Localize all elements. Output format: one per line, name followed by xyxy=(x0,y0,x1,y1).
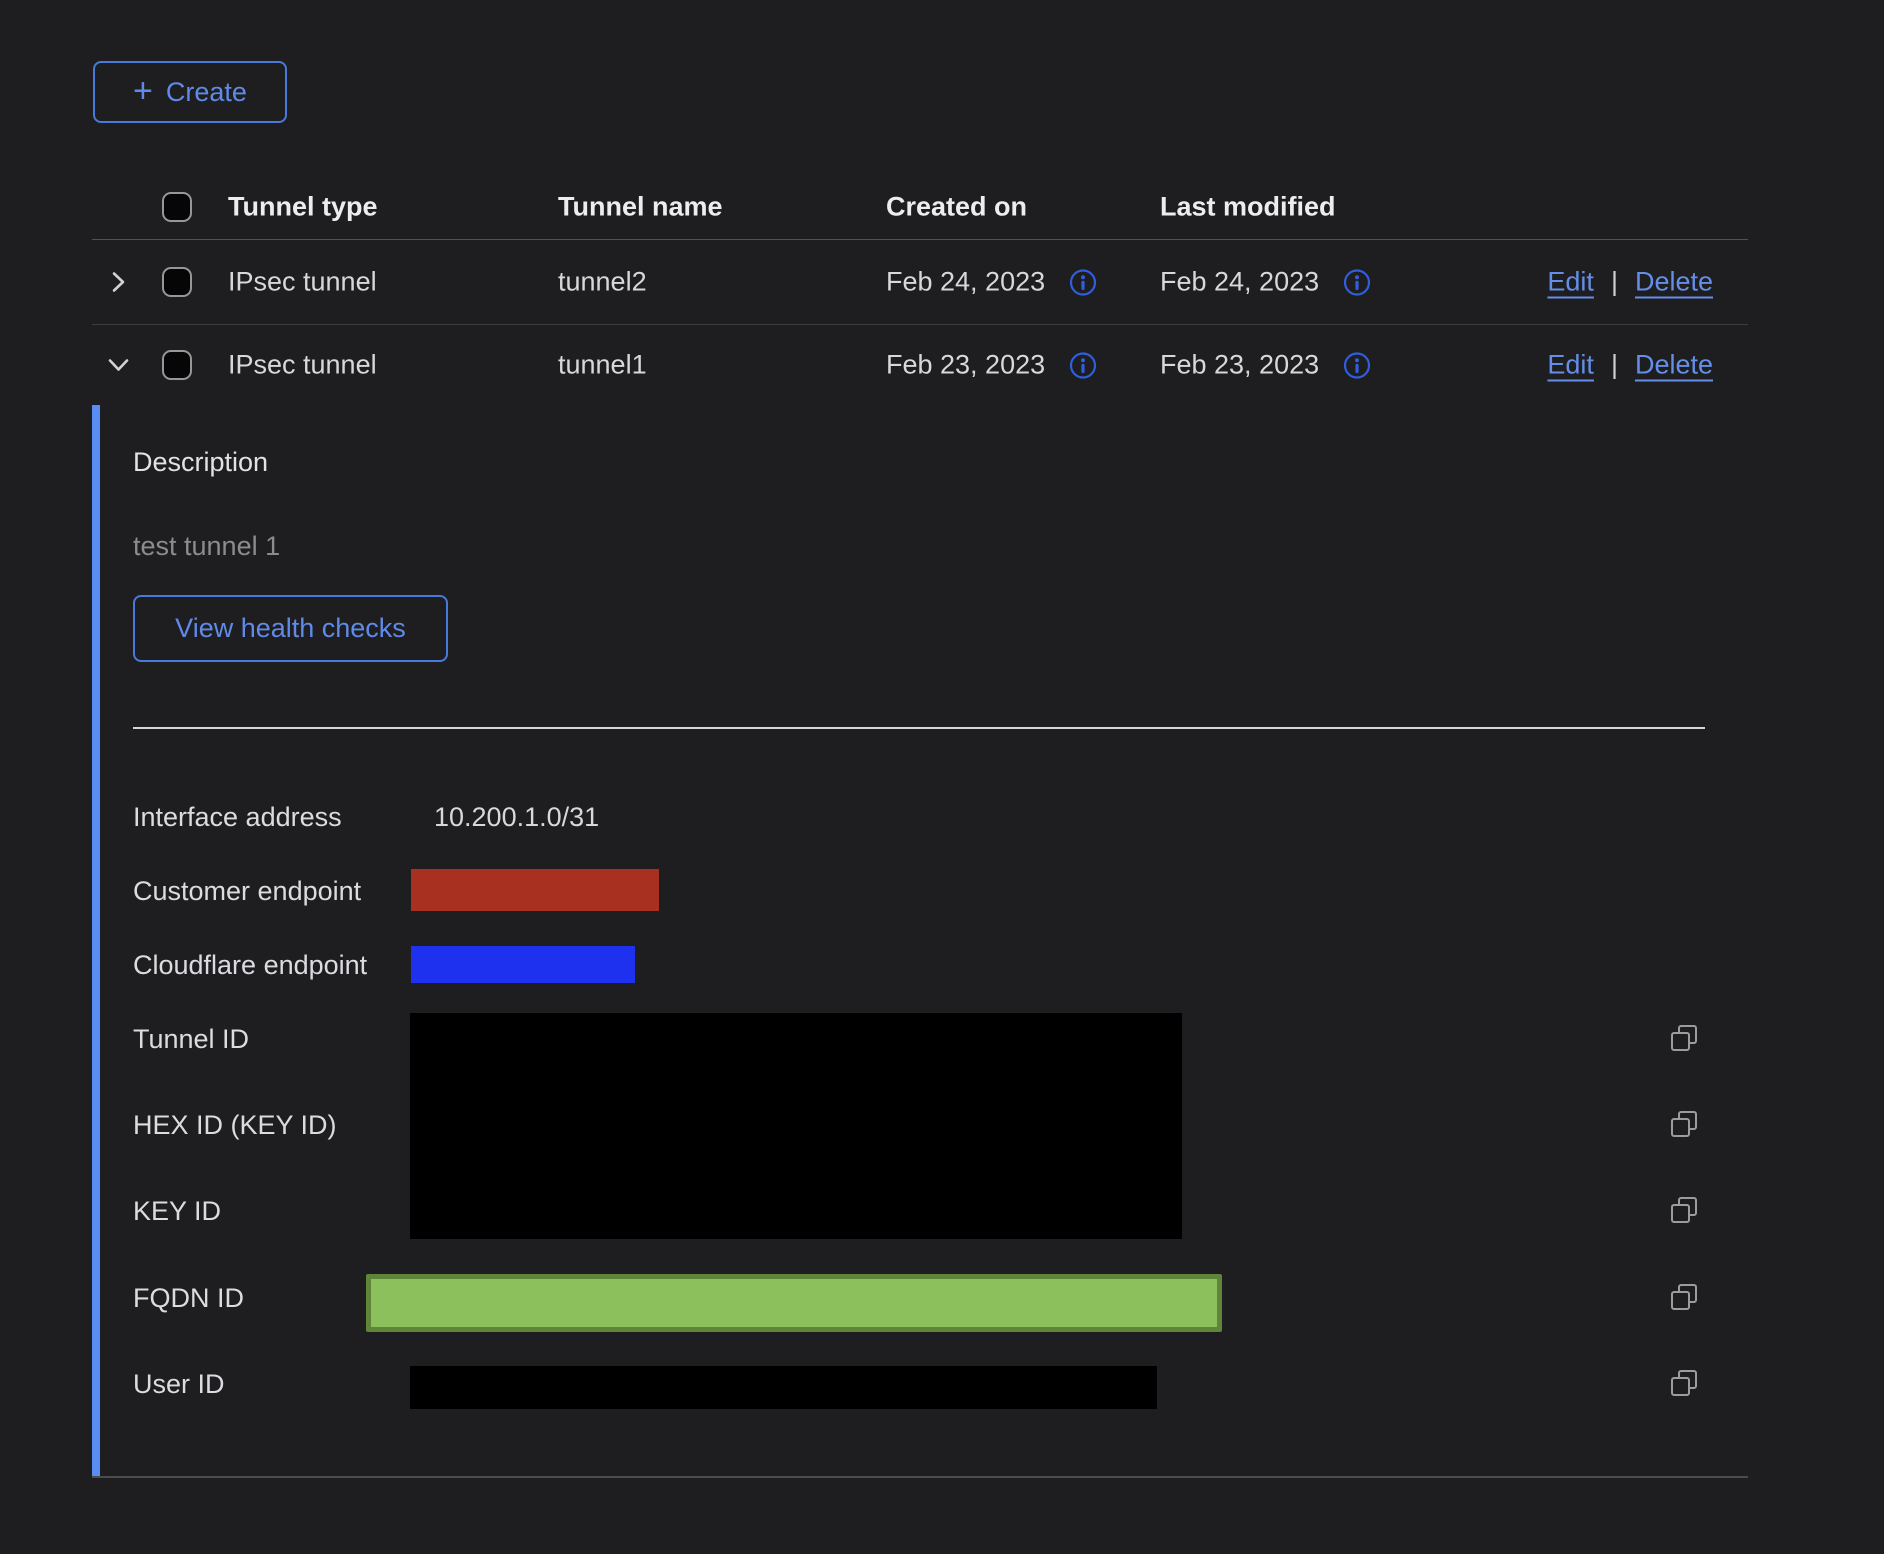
info-circle-icon[interactable] xyxy=(1343,268,1371,296)
chevron-right-icon xyxy=(105,269,132,296)
description-label: Description xyxy=(133,447,268,478)
create-button[interactable]: + Create xyxy=(93,61,287,123)
header-created-on: Created on xyxy=(886,192,1027,223)
table-row: IPsec tunnel tunnel1 Feb 23, 2023 Feb 23… xyxy=(92,325,1748,405)
header-last-modified: Last modified xyxy=(1160,192,1336,223)
interface-address-label: Interface address xyxy=(133,802,342,833)
copy-user-id-button[interactable] xyxy=(1669,1368,1699,1401)
delete-link[interactable]: Delete xyxy=(1635,267,1713,298)
copy-hex-id-button[interactable] xyxy=(1669,1109,1699,1142)
copy-icon xyxy=(1669,1195,1699,1225)
header-tunnel-name: Tunnel name xyxy=(558,192,723,223)
interface-address-value: 10.200.1.0/31 xyxy=(434,802,599,833)
fqdn-id-redaction xyxy=(366,1274,1222,1332)
select-all-checkbox[interactable] xyxy=(162,192,192,222)
tunnels-table: Tunnel type Tunnel name Created on Last … xyxy=(92,175,1748,405)
create-button-label: Create xyxy=(166,77,247,108)
delete-link[interactable]: Delete xyxy=(1635,350,1713,381)
tunnel-type-cell: IPsec tunnel xyxy=(228,350,377,381)
table-row: IPsec tunnel tunnel2 Feb 24, 2023 Feb 24… xyxy=(92,240,1748,325)
panel-divider xyxy=(133,727,1705,729)
created-on-cell: Feb 23, 2023 xyxy=(886,350,1045,381)
row-checkbox[interactable] xyxy=(162,267,192,297)
table-header-row: Tunnel type Tunnel name Created on Last … xyxy=(92,175,1748,240)
tunnel-name-cell: tunnel1 xyxy=(558,350,647,381)
description-text: test tunnel 1 xyxy=(133,531,280,562)
last-modified-cell: Feb 24, 2023 xyxy=(1160,267,1319,298)
user-id-label: User ID xyxy=(133,1369,225,1400)
cloudflare-endpoint-label: Cloudflare endpoint xyxy=(133,950,367,981)
customer-endpoint-label: Customer endpoint xyxy=(133,876,361,907)
tunnel-type-cell: IPsec tunnel xyxy=(228,267,377,298)
copy-icon xyxy=(1669,1282,1699,1312)
customer-endpoint-redaction xyxy=(411,869,659,911)
last-modified-cell: Feb 23, 2023 xyxy=(1160,350,1319,381)
info-circle-icon[interactable] xyxy=(1069,351,1097,379)
edit-link[interactable]: Edit xyxy=(1547,350,1594,381)
header-tunnel-type: Tunnel type xyxy=(228,192,378,223)
plus-icon: + xyxy=(133,74,153,108)
key-id-label: KEY ID xyxy=(133,1196,221,1227)
expanded-row-accent-bar xyxy=(92,405,100,1476)
row-checkbox[interactable] xyxy=(162,350,192,380)
tunnel-name-cell: tunnel2 xyxy=(558,267,647,298)
copy-fqdn-id-button[interactable] xyxy=(1669,1282,1699,1315)
tunnel-details-panel: Description test tunnel 1 View health ch… xyxy=(92,405,1748,1478)
info-circle-icon[interactable] xyxy=(1343,351,1371,379)
action-separator: | xyxy=(1611,350,1618,381)
collapse-row-button[interactable] xyxy=(105,352,132,379)
copy-icon xyxy=(1669,1368,1699,1398)
view-health-checks-button[interactable]: View health checks xyxy=(133,595,448,662)
ipsec-tunnels-page: + Create Tunnel type Tunnel name Created… xyxy=(0,0,1884,1554)
copy-icon xyxy=(1669,1109,1699,1139)
hex-id-label: HEX ID (KEY ID) xyxy=(133,1110,337,1141)
fqdn-id-label: FQDN ID xyxy=(133,1283,244,1314)
tunnel-id-label: Tunnel ID xyxy=(133,1024,249,1055)
edit-link[interactable]: Edit xyxy=(1547,267,1594,298)
copy-key-id-button[interactable] xyxy=(1669,1195,1699,1228)
action-separator: | xyxy=(1611,267,1618,298)
chevron-down-icon xyxy=(105,352,132,379)
cloudflare-endpoint-redaction xyxy=(411,946,635,983)
ids-redaction-block xyxy=(410,1013,1182,1239)
expand-row-button[interactable] xyxy=(105,269,132,296)
user-id-redaction xyxy=(410,1366,1157,1409)
copy-icon xyxy=(1669,1023,1699,1053)
copy-tunnel-id-button[interactable] xyxy=(1669,1023,1699,1056)
info-circle-icon[interactable] xyxy=(1069,268,1097,296)
created-on-cell: Feb 24, 2023 xyxy=(886,267,1045,298)
